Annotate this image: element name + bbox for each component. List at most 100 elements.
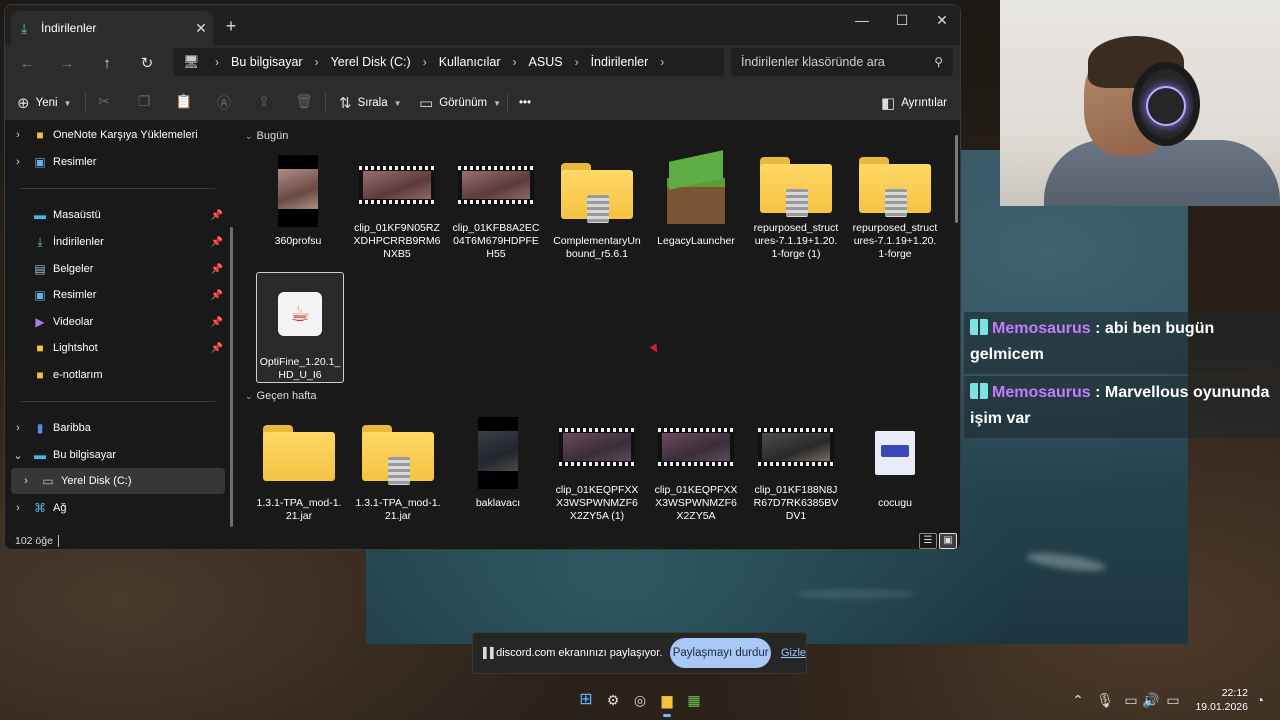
search-icon[interactable]: ⚲ [934,55,943,69]
breadcrumb-item[interactable]: ASUS [529,55,563,69]
up-button[interactable]: ↑ [93,51,121,77]
chrome-icon[interactable]: ◎ [630,690,650,710]
file-name: clip_01KF188N8JR67D7RK6385BVDV1 [753,484,839,522]
file-tile[interactable]: 360profsu [253,149,343,261]
group-header-today[interactable]: ⌄ Bugün [245,130,288,142]
file-tile[interactable]: clip_01KFB8A2EC04T6M679HDPFEH55 [451,149,541,261]
delete-icon[interactable]: 🗑 [293,93,315,113]
details-button[interactable]: ◧ Ayrıntılar [881,91,947,115]
sidebar-item-baribba[interactable]: › ▮ Baribba [11,415,225,441]
chevron-down-icon[interactable]: ⌄ [11,449,25,462]
headset-glow [1146,86,1186,126]
hide-link[interactable]: Gizle [781,647,806,659]
file-tile[interactable]: ☕ OptiFine_1.20.1_HD_U_I6 [256,272,344,383]
minecraft-icon[interactable]: ▦ [684,690,704,710]
file-tile[interactable]: repurposed_structures-7.1.19+1.20.1-forg… [751,149,841,261]
video-thumbnail [758,415,834,478]
chevron-right-icon[interactable]: › [11,502,25,514]
file-tile[interactable]: 1.3.1-TPA_mod-1.21.jar [254,411,344,523]
details-view-icon[interactable]: ☰ [919,533,937,549]
microphone-icon[interactable]: 🎙 [1095,690,1115,710]
battery-icon[interactable]: ▭ [1163,690,1183,710]
sidebar-item-this-pc[interactable]: ⌄ ▬ Bu bilgisayar [11,442,225,468]
sidebar-item-desktop[interactable]: ▬ Masaüstü 📌 [11,202,225,228]
sidebar-item-downloads[interactable]: ⤓ İndirilenler 📌 [11,229,225,255]
group-title: Bugün [256,130,289,142]
pin-icon[interactable]: 📌 [209,317,225,328]
sidebar-item-local-disk[interactable]: › ▭ Yerel Disk (C:) [11,468,225,494]
file-tile[interactable]: ComplementaryUnbound_r5.6.1 [552,149,642,261]
content-scrollbar[interactable] [955,135,958,223]
stop-sharing-button[interactable]: Paylaşmayı durdur [670,638,771,668]
file-tile[interactable]: repurposed_structures-7.1.19+1.20.1-forg… [850,149,940,261]
chevron-right-icon[interactable]: › [660,55,664,69]
breadcrumb-item[interactable]: Bu bilgisayar [231,55,303,69]
file-tile[interactable]: cocugu [850,411,940,523]
view-button[interactable]: ▭ Görünüm ▼ [419,91,501,115]
chevron-down-icon: ▼ [63,98,72,108]
display-icon[interactable]: ▭ [1121,690,1141,710]
notification-icon[interactable]: ◔ [1250,690,1270,710]
video-file-icon [359,164,435,205]
file-explorer-icon[interactable]: ▆ [657,690,677,717]
chevron-right-icon[interactable]: › [11,129,25,141]
address-bar[interactable]: 🖥 › Bu bilgisayar › Yerel Disk (C:) › Ku… [173,48,724,76]
volume-icon[interactable]: 🔊 [1141,690,1161,710]
file-tile[interactable]: clip_01KF188N8JR67D7RK6385BVDV1 [751,411,841,523]
folder-icon: ■ [36,128,44,142]
copy-icon[interactable]: ❐ [133,93,155,113]
tab-downloads[interactable]: ⤓ İndirilenler ✕ [11,11,213,45]
widgets-icon[interactable]: ⚙ [603,690,623,710]
sidebar-item-enotlarim[interactable]: ■ e-notlarım [11,362,225,388]
system-clock[interactable]: 22:12 19.01.2026 [1192,686,1248,714]
file-tile[interactable]: clip_01KEQPFXXX3WSPWNMZF6X2ZY5A [651,411,741,523]
file-tile[interactable]: 1.3.1-TPA_mod-1.21.jar [353,411,443,523]
large-icons-view-icon[interactable]: ▣ [939,533,957,549]
back-button[interactable]: ← [13,51,41,77]
file-tile[interactable]: baklavacı [453,411,543,523]
folder-icon: ■ [36,368,44,382]
minimize-button[interactable]: — [842,5,882,37]
sidebar-item-videos[interactable]: ▶ Videolar 📌 [11,309,225,335]
windows-start-icon[interactable]: ⊞ [576,690,596,710]
breadcrumb-item[interactable]: Yerel Disk (C:) [331,55,411,69]
new-tab-button[interactable]: + [221,17,241,37]
paste-icon[interactable]: 📋 [173,93,195,113]
drag-handle-icon[interactable]: ▐▐ [477,648,496,659]
sidebar-item-lightshot[interactable]: ■ Lightshot 📌 [11,335,225,361]
chevron-right-icon[interactable]: › [11,156,25,168]
file-tile[interactable]: clip_01KEQPFXXX3WSPWNMZF6X2ZY5A (1) [552,411,642,523]
chevron-right-icon[interactable]: › [19,475,33,487]
sidebar-item-documents[interactable]: ▤ Belgeler 📌 [11,256,225,282]
breadcrumb-item[interactable]: Kullanıcılar [439,55,501,69]
pin-icon[interactable]: 📌 [209,264,225,275]
close-window-button[interactable]: ✕ [922,5,960,37]
new-button[interactable]: ⊕ Yeni ▼ [17,91,71,115]
chevron-right-icon[interactable]: › [11,422,25,434]
more-options-button[interactable]: ••• [519,91,531,115]
sidebar-item-onenote[interactable]: › ■ OneNote Karşıya Yüklemeleri [11,122,225,148]
breadcrumb-item[interactable]: İndirilenler [591,55,649,69]
maximize-button[interactable]: ☐ [882,5,922,37]
cut-icon[interactable]: ✂ [93,93,115,113]
file-tile[interactable]: clip_01KF9N05RZXDHPCRRB9RM6NXB5 [352,149,442,261]
sidebar-item-pictures-pinned[interactable]: ▣ Resimler 📌 [11,282,225,308]
close-tab-icon[interactable]: ✕ [189,20,213,37]
search-input[interactable]: İndirilenler klasöründe ara ⚲ [731,48,953,76]
chevron-up-icon[interactable]: ⌃ [1068,690,1088,710]
sidebar-item-network[interactable]: › ⌘ Ağ [11,495,225,521]
file-tile[interactable]: LegacyLauncher [651,149,741,261]
forward-button[interactable]: → [53,51,81,77]
share-icon[interactable]: ⇪ [253,93,275,113]
pin-icon[interactable]: 📌 [209,237,225,248]
pin-icon[interactable]: 📌 [209,210,225,221]
sort-button[interactable]: ⇅ Sırala ▼ [339,91,402,115]
rename-icon[interactable]: Ⓐ [213,93,235,113]
group-header-last-week[interactable]: ⌄ Geçen hafta [245,390,316,402]
sidebar-scrollbar[interactable] [230,227,233,527]
pin-icon[interactable]: 📌 [209,343,225,354]
sidebar-item-label: Masaüstü [53,209,101,221]
pin-icon[interactable]: 📌 [209,290,225,301]
refresh-button[interactable]: ↻ [133,51,161,77]
sidebar-item-pictures[interactable]: › ▣ Resimler [11,149,225,175]
